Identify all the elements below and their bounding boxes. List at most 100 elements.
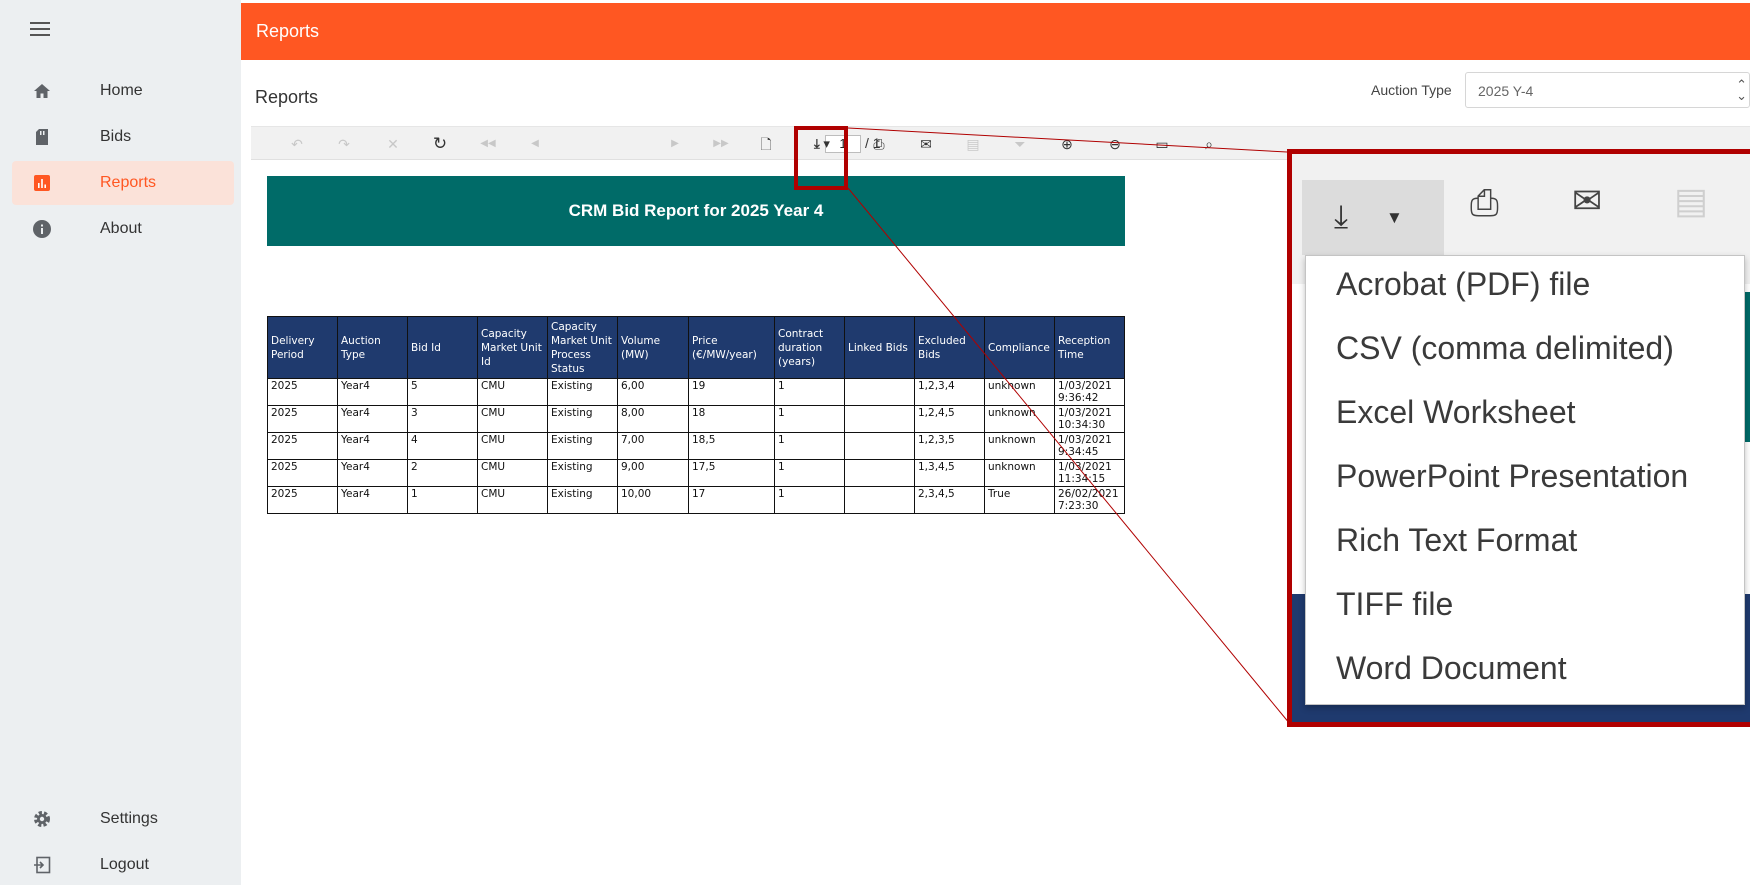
table-cell: 9,00 (617, 459, 689, 487)
table-cell: 5 (407, 378, 478, 406)
table-cell: 10,00 (617, 486, 689, 514)
menu-item-pdf[interactable]: Acrobat (PDF) file (1336, 266, 1590, 303)
sidebar-item-reports[interactable]: Reports (12, 161, 234, 205)
table-cell: Existing (547, 378, 618, 406)
page-setup-icon[interactable]: 🗋 (756, 133, 776, 155)
table-cell: 2025 (267, 405, 338, 433)
table-cell: Year4 (337, 405, 408, 433)
table-cell: 3 (407, 405, 478, 433)
last-page-icon[interactable]: ▶▶ (711, 133, 731, 155)
page-title: Reports (255, 87, 319, 107)
previous-page-icon[interactable]: ◀ (525, 133, 545, 155)
column-header: Contract duration (years) (774, 316, 845, 379)
bid-report-table: Delivery Period Auction Type Bid Id Capa… (267, 316, 1125, 514)
sidebar-item-about[interactable]: About (12, 207, 234, 251)
export-format-menu: Acrobat (PDF) file CSV (comma delimited)… (1305, 255, 1745, 705)
chevron-down-icon: ▼ (1386, 208, 1403, 227)
export-dropdown-button[interactable]: ⤓ ▼ (1302, 180, 1444, 255)
sidebar-item-logout[interactable]: Logout (12, 843, 234, 885)
print-icon[interactable]: ⎙ (869, 133, 889, 155)
menu-item-tiff[interactable]: TIFF file (1336, 586, 1453, 623)
menu-item-rtf[interactable]: Rich Text Format (1336, 522, 1577, 559)
table-cell: 1/03/2021 10:34:30 (1054, 405, 1125, 433)
table-cell: 7,00 (617, 432, 689, 460)
table-cell: 2025 (267, 432, 338, 460)
zoom-in-icon[interactable]: ⊕ (1057, 133, 1077, 155)
menu-item-word[interactable]: Word Document (1336, 650, 1567, 687)
table-header-row: Delivery Period Auction Type Bid Id Capa… (267, 316, 1125, 379)
table-cell: 1 (774, 459, 845, 487)
table-cell: 8,00 (617, 405, 689, 433)
table-cell: 1,2,3,5 (914, 432, 985, 460)
table-cell: 17,5 (688, 459, 775, 487)
search-icon[interactable]: ⌕ (1199, 133, 1219, 155)
sidebar-item-label: About (100, 220, 142, 237)
menu-item-csv[interactable]: CSV (comma delimited) (1336, 330, 1674, 367)
zoomed-export-menu-callout: ⤓ ▼ ⎙ ✉ ▤ Acrobat (PDF) file CSV (comma … (1287, 149, 1750, 727)
table-cell: Year4 (337, 432, 408, 460)
next-page-icon[interactable]: ▶ (665, 133, 685, 155)
sidebar: Home Bids Reports About Settings Logout (0, 0, 241, 885)
document-map-icon[interactable]: ▤ (1674, 180, 1708, 222)
sidebar-item-label: Bids (100, 128, 132, 145)
table-cell: 6,00 (617, 378, 689, 406)
table-cell: 1,2,4,5 (914, 405, 985, 433)
filter-icon[interactable]: ⏷ (1010, 133, 1030, 155)
home-icon (32, 81, 52, 101)
table-cell: 1,2,3,4 (914, 378, 985, 406)
table-row: 2025 Year4 4 CMU Existing 7,00 18,5 1 1,2,3,5 unk… (267, 432, 1125, 460)
menu-item-excel[interactable]: Excel Worksheet (1336, 394, 1576, 431)
table-cell: 1/03/2021 9:36:42 (1054, 378, 1125, 406)
menu-toggle-icon[interactable] (30, 22, 50, 38)
table-cell: 2,3,4,5 (914, 486, 985, 514)
print-icon[interactable]: ⎙ (1470, 182, 1499, 225)
first-page-icon[interactable]: ◀◀ (478, 133, 498, 155)
email-icon[interactable]: ✉ (916, 133, 936, 155)
column-header: Linked Bids (844, 316, 915, 379)
table-cell: 2 (407, 459, 478, 487)
menu-item-powerpoint[interactable]: PowerPoint Presentation (1336, 458, 1688, 495)
document-map-icon[interactable]: ▤ (963, 133, 983, 155)
close-icon[interactable]: ✕ (383, 133, 403, 155)
table-cell: Existing (547, 432, 618, 460)
table-cell: 17 (688, 486, 775, 514)
table-cell: CMU (477, 486, 548, 514)
table-cell (844, 405, 915, 433)
table-cell: 1 (774, 432, 845, 460)
sidebar-item-bids[interactable]: Bids (12, 115, 234, 159)
zoom-out-icon[interactable]: ⊖ (1105, 133, 1125, 155)
table-cell: 1,3,4,5 (914, 459, 985, 487)
sidebar-item-settings[interactable]: Settings (12, 797, 234, 841)
table-cell: CMU (477, 459, 548, 487)
table-cell: Year4 (337, 378, 408, 406)
table-cell: unknown (984, 459, 1055, 487)
logout-icon (32, 855, 52, 875)
auction-type-select[interactable]: 2025 Y-4 ⌃ ⌄ (1465, 72, 1750, 108)
refresh-icon[interactable]: ↻ (430, 133, 450, 155)
fit-page-icon[interactable]: ▭ (1152, 133, 1172, 155)
report-title-banner: CRM Bid Report for 2025 Year 4 (267, 176, 1125, 246)
sidebar-item-label: Home (100, 82, 143, 99)
document-icon (32, 127, 52, 147)
export-button-highlight (794, 126, 848, 190)
table-cell: Existing (547, 459, 618, 487)
table-cell: 26/02/2021 7:23:30 (1054, 486, 1125, 514)
redo-icon[interactable]: ↷ (334, 133, 354, 155)
table-cell: 18 (688, 405, 775, 433)
report-title: CRM Bid Report for 2025 Year 4 (568, 201, 824, 220)
info-icon (32, 219, 52, 239)
table-cell: Existing (547, 486, 618, 514)
auction-type-label: Auction Type (1371, 82, 1452, 98)
sidebar-item-label: Logout (100, 856, 149, 873)
auction-type-value: 2025 Y-4 (1478, 83, 1534, 99)
table-row: 2025 Year4 5 CMU Existing 6,00 19 1 1,2,3,4 unkno… (267, 378, 1125, 406)
email-icon[interactable]: ✉ (1572, 180, 1602, 222)
undo-icon[interactable]: ↶ (287, 133, 307, 155)
column-header: Price (€/MW/year) (688, 316, 775, 379)
table-cell: CMU (477, 378, 548, 406)
table-row: 2025 Year4 1 CMU Existing 10,00 17 1 2,3,4,5 True… (267, 486, 1125, 514)
column-header: Reception Time (1054, 316, 1125, 379)
column-header: Capacity Market Unit Process Status (547, 316, 618, 379)
sidebar-item-home[interactable]: Home (12, 69, 234, 113)
table-cell: 1 (774, 486, 845, 514)
